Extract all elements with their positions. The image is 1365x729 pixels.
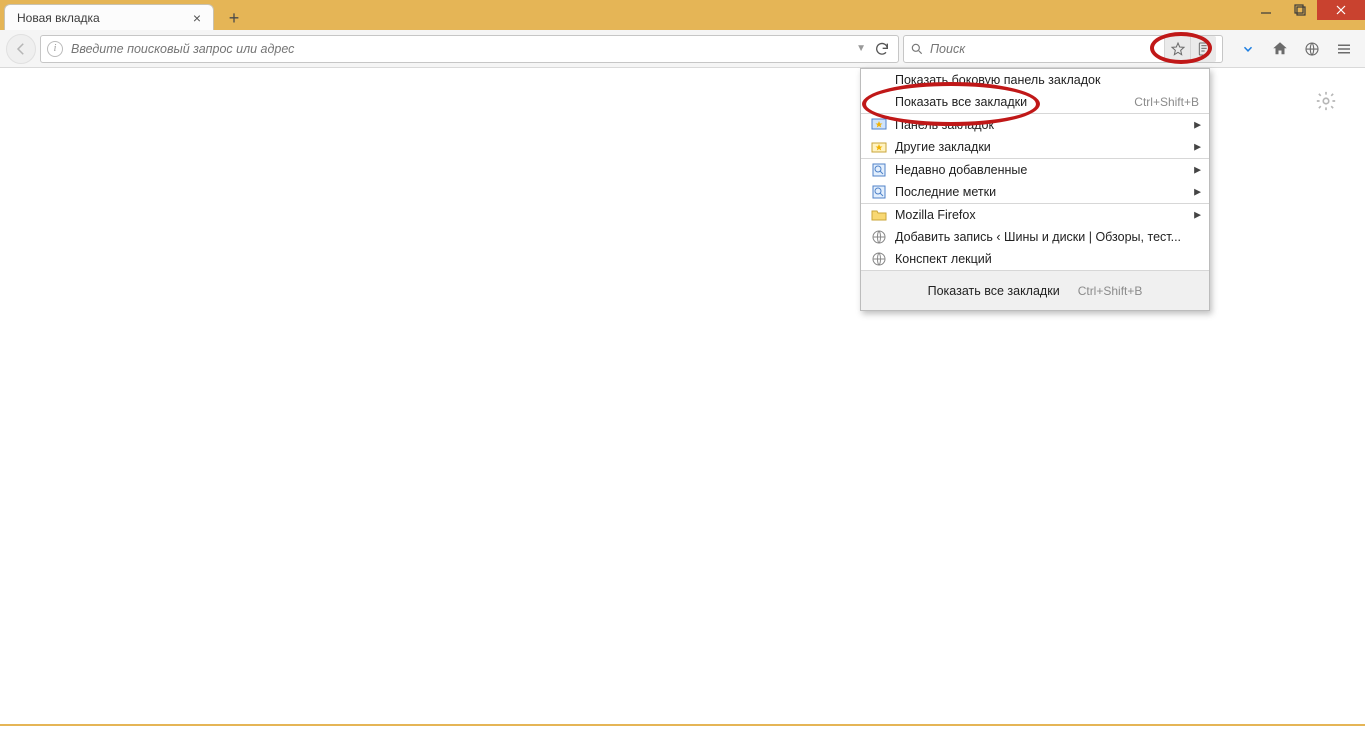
chevron-right-icon: ▶ (1194, 120, 1201, 131)
menu-item-label: Последние метки (895, 185, 1199, 199)
menu-item-label: Показать боковую панель закладок (895, 73, 1199, 87)
menu-bookmarks-toolbar[interactable]: Панель закладок ▶ (861, 114, 1209, 136)
bookmark-star-button[interactable] (1164, 36, 1190, 62)
blank-icon (871, 72, 887, 88)
bookmarks-dropdown-menu: Показать боковую панель закладок Показат… (860, 68, 1210, 311)
home-button[interactable] (1265, 34, 1295, 64)
window-controls (1249, 0, 1365, 20)
chevron-right-icon: ▶ (1194, 187, 1201, 198)
menu-item-label: Недавно добавленные (895, 163, 1199, 177)
back-button[interactable] (6, 34, 36, 64)
bookmark-folder-icon (871, 139, 887, 155)
hamburger-menu-button[interactable] (1329, 34, 1359, 64)
urlbar-right: ▼ (856, 39, 892, 59)
minimize-button[interactable] (1249, 0, 1283, 20)
bookmark-toolbar-icon (871, 117, 887, 133)
menu-bookmark-tires[interactable]: Добавить запись ‹ Шины и диски | Обзоры,… (861, 226, 1209, 248)
chevron-right-icon: ▶ (1194, 210, 1201, 221)
menu-folder-firefox[interactable]: Mozilla Firefox ▶ (861, 204, 1209, 226)
identity-icon[interactable]: i (47, 41, 63, 57)
newtab-settings-button[interactable] (1315, 90, 1337, 112)
menu-item-label: Mozilla Firefox (895, 208, 1199, 222)
smartfolder-icon (871, 162, 887, 178)
menu-show-all-bookmarks[interactable]: Показать все закладки Ctrl+Shift+B (861, 91, 1209, 113)
chevron-right-icon: ▶ (1194, 142, 1201, 153)
menu-recent-tags[interactable]: Последние метки ▶ (861, 181, 1209, 203)
tab-title: Новая вкладка (17, 11, 100, 25)
menu-footer-accelerator: Ctrl+Shift+B (1078, 284, 1143, 298)
smartfolder-icon (871, 184, 887, 200)
menu-bookmark-lectures[interactable]: Конспект лекций (861, 248, 1209, 270)
folder-icon (871, 207, 887, 223)
menu-show-bookmarks-sidebar[interactable]: Показать боковую панель закладок (861, 69, 1209, 91)
menu-item-label: Панель закладок (895, 118, 1199, 132)
globe-icon (871, 251, 887, 267)
toolbar-icons (1233, 34, 1359, 64)
bottom-accent-line (0, 724, 1365, 726)
new-tab-button[interactable]: + (220, 6, 248, 30)
menu-item-label: Добавить запись ‹ Шины и диски | Обзоры,… (895, 230, 1199, 244)
menu-footer-label: Показать все закладки (928, 284, 1060, 298)
addon-globe-button[interactable] (1297, 34, 1327, 64)
menu-footer-show-all[interactable]: Показать все закладки Ctrl+Shift+B (861, 270, 1209, 310)
menu-item-label: Конспект лекций (895, 252, 1199, 266)
navigation-toolbar: i ▼ (0, 30, 1365, 68)
chevron-right-icon: ▶ (1194, 165, 1201, 176)
maximize-button[interactable] (1283, 0, 1317, 20)
globe-icon (871, 229, 887, 245)
history-dropdown-icon[interactable]: ▼ (856, 43, 866, 54)
url-input[interactable] (71, 42, 856, 56)
close-window-button[interactable] (1317, 0, 1365, 20)
titlebar: Новая вкладка × + (0, 0, 1365, 30)
reload-button[interactable] (872, 39, 892, 59)
url-bar[interactable]: i ▼ (40, 35, 899, 63)
search-bar[interactable] (903, 35, 1223, 63)
tab-strip: Новая вкладка × + (0, 0, 248, 30)
bookmarks-menu-button[interactable] (1190, 36, 1216, 62)
close-icon[interactable]: × (189, 10, 205, 26)
downloads-button[interactable] (1233, 34, 1263, 64)
menu-recently-bookmarked[interactable]: Недавно добавленные ▶ (861, 159, 1209, 181)
menu-other-bookmarks[interactable]: Другие закладки ▶ (861, 136, 1209, 158)
menu-item-label: Другие закладки (895, 140, 1199, 154)
menu-item-accelerator: Ctrl+Shift+B (1124, 95, 1199, 109)
search-input[interactable] (930, 42, 1164, 56)
search-icon (910, 42, 924, 56)
browser-tab[interactable]: Новая вкладка × (4, 4, 214, 30)
menu-item-label: Показать все закладки (895, 95, 1116, 109)
blank-icon (871, 94, 887, 110)
searchbar-end-buttons (1164, 36, 1216, 62)
